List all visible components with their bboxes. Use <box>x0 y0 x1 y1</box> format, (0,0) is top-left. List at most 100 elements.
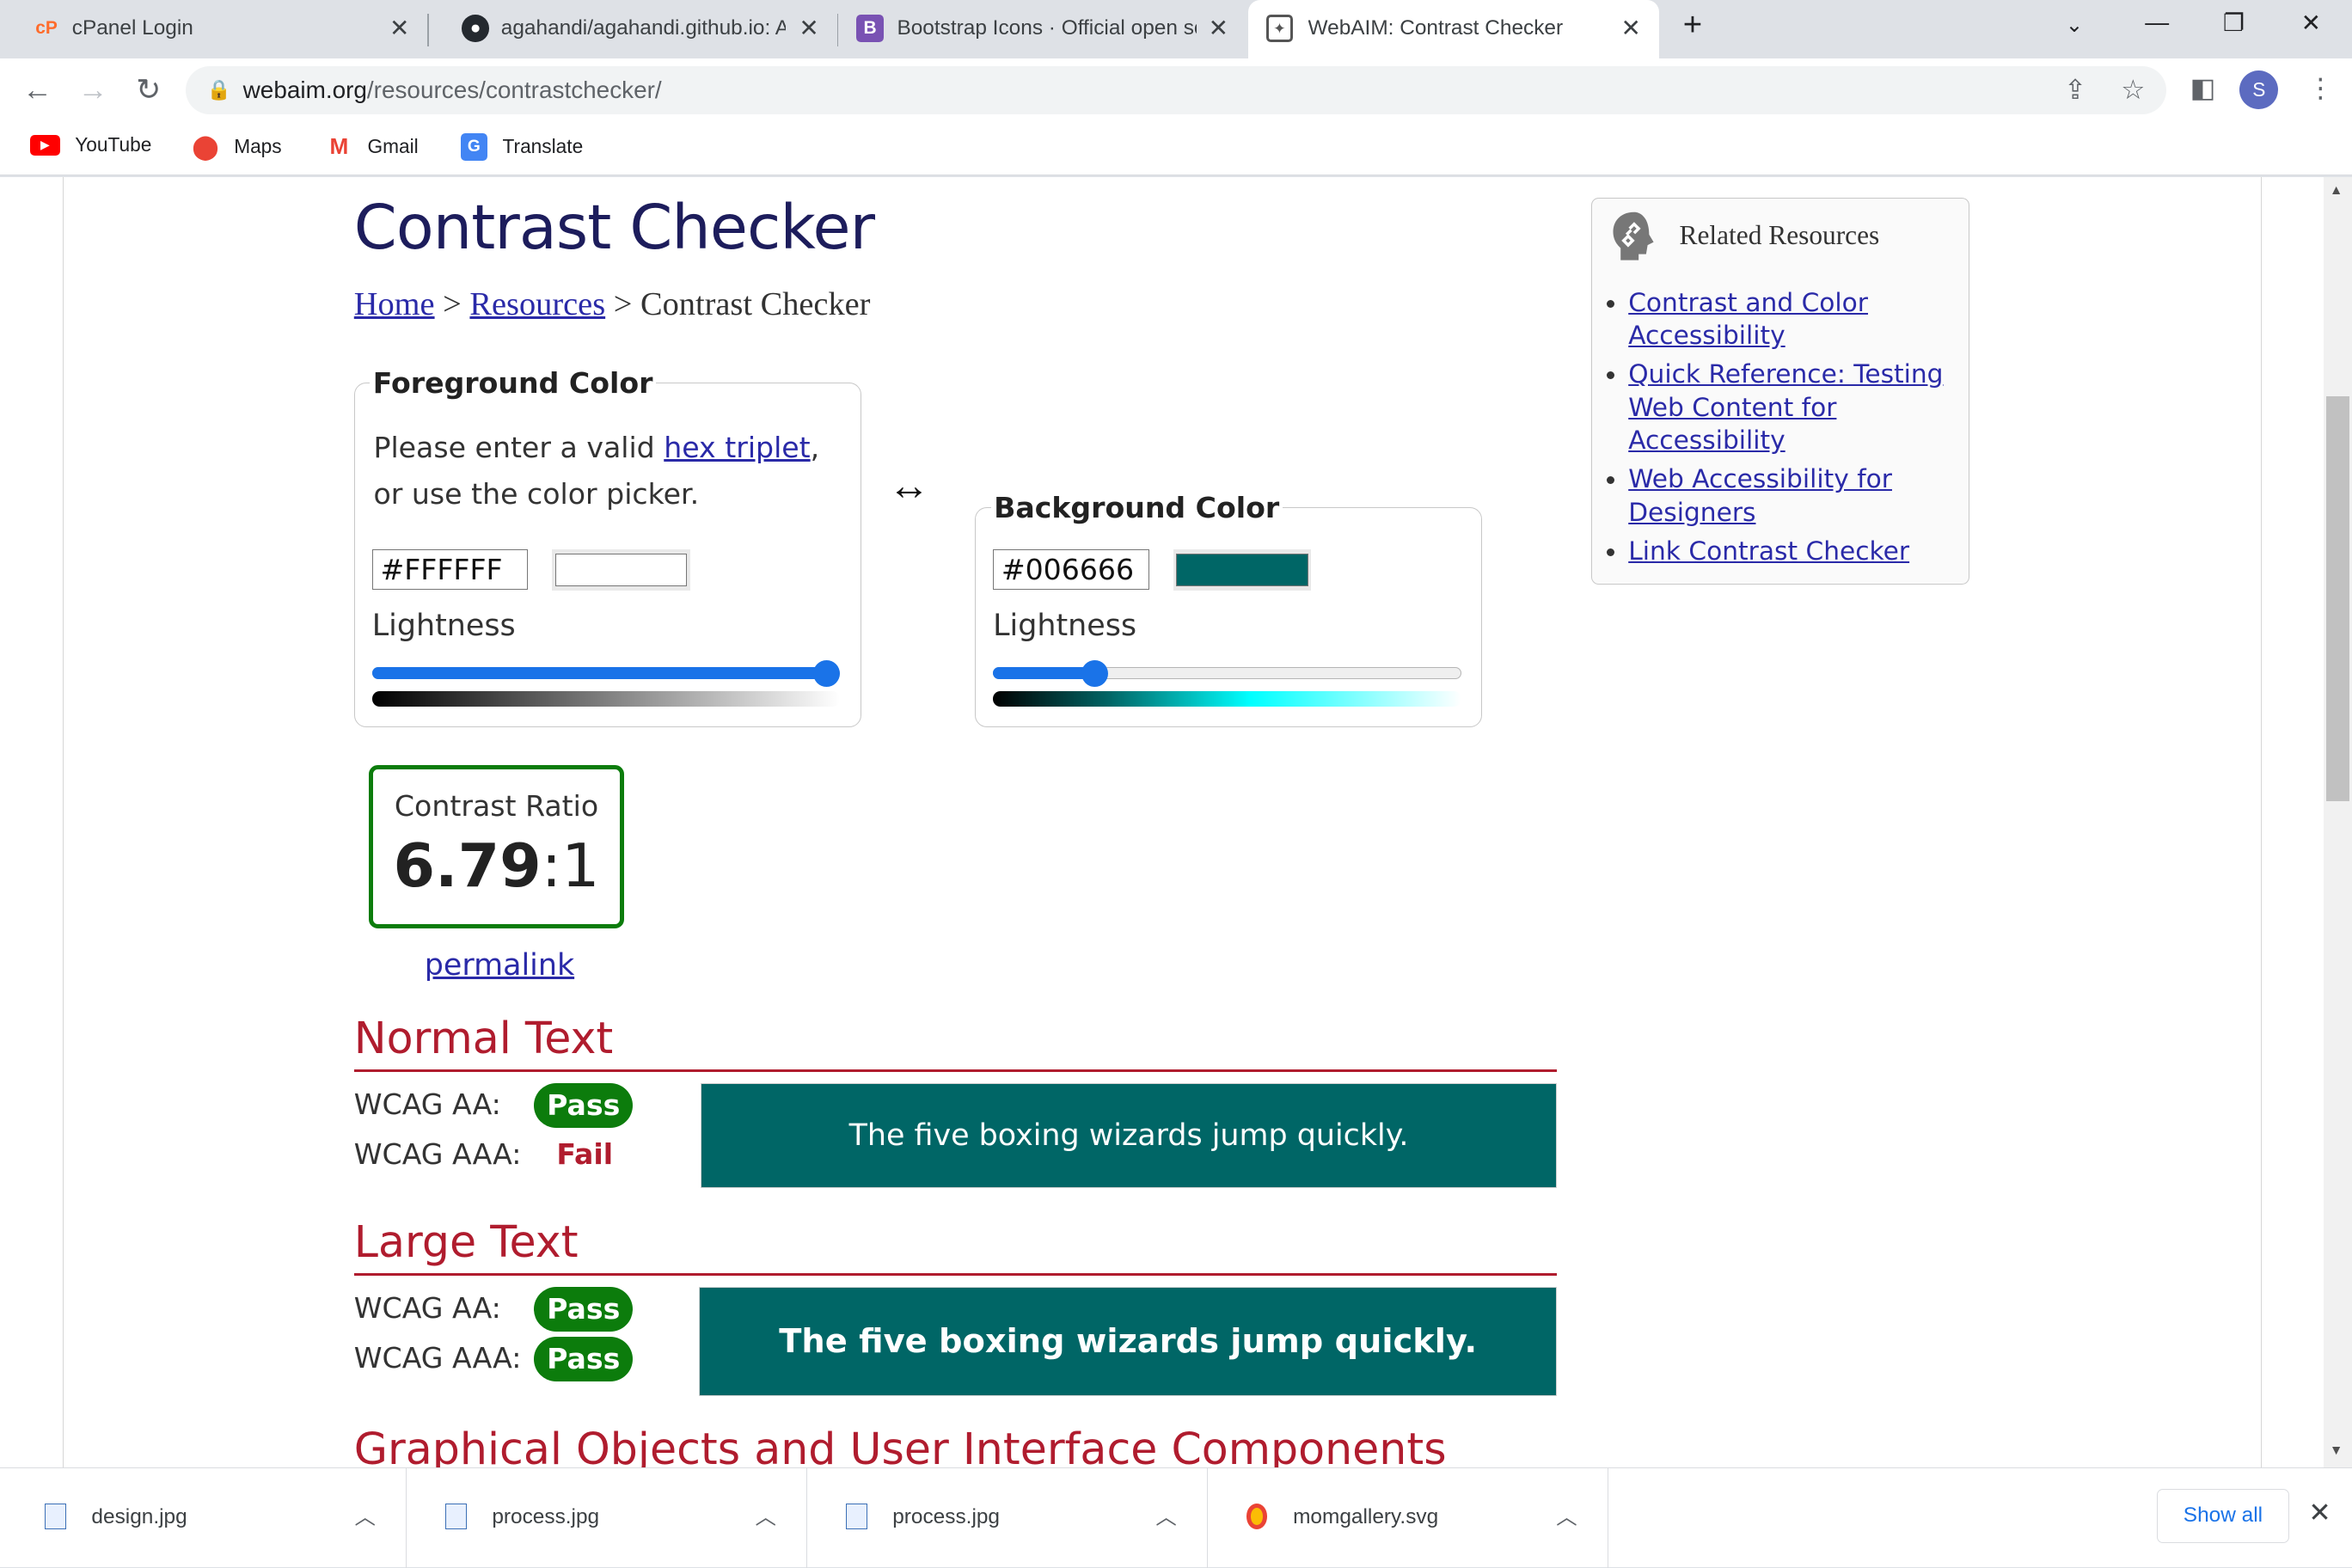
chevron-up-icon[interactable]: ︿ <box>1155 1501 1176 1531</box>
related-link-link-contrast[interactable]: Link Contrast Checker <box>1628 536 1909 566</box>
tab-search-icon[interactable]: ⌄ <box>2066 12 2083 38</box>
breadcrumb-current: Contrast Checker <box>640 285 871 322</box>
related-link-quick-reference[interactable]: Quick Reference: Testing Web Content for… <box>1628 358 1943 455</box>
breadcrumb: Home > Resources > Contrast Checker <box>353 285 871 322</box>
bookmark-maps[interactable]: ⬤ Maps <box>192 133 281 160</box>
tab-strip: cP cPanel Login ✕ ● agahandi/agahandi.gi… <box>0 0 2352 59</box>
scroll-down-icon[interactable]: ▼ <box>2330 1443 2343 1459</box>
bookmark-youtube[interactable]: ▶ YouTube <box>29 133 151 156</box>
swap-colors-icon[interactable]: ↔ <box>888 462 930 510</box>
foreground-lightness-fill <box>371 667 827 680</box>
background-legend: Background Color <box>994 490 1280 524</box>
contrast-ratio-label: Contrast Ratio <box>394 788 599 823</box>
close-window-icon[interactable]: ✕ <box>2301 9 2321 37</box>
avatar[interactable]: S <box>2239 70 2279 110</box>
list-item: Contrast and Color Accessibility <box>1628 286 1958 352</box>
tab-cpanel-login[interactable]: cP cPanel Login ✕ <box>0 0 427 58</box>
foreground-legend: Foreground Color <box>372 365 653 400</box>
background-lightness-label: Lightness <box>993 609 1137 644</box>
large-text-heading: Large Text <box>353 1216 1558 1277</box>
image-file-icon <box>45 1504 66 1530</box>
related-resources-list: Contrast and Color Accessibility Quick R… <box>1628 286 1958 574</box>
url-text: webaim.org/resources/contrastchecker/ <box>242 76 662 103</box>
link-head-icon <box>1613 212 1654 260</box>
new-tab-button[interactable]: + <box>1683 6 1702 44</box>
download-item[interactable]: momgallery.svg ︿ <box>1208 1467 1608 1568</box>
background-lightness-fill <box>993 667 1095 680</box>
foreground-lightness-label: Lightness <box>371 609 516 644</box>
download-item[interactable]: process.jpg ︿ <box>807 1467 1208 1568</box>
github-icon: ● <box>462 15 489 42</box>
foreground-color-picker[interactable] <box>554 553 688 587</box>
related-link-contrast-color[interactable]: Contrast and Color Accessibility <box>1628 287 1868 350</box>
lock-icon[interactable]: 🔒 <box>207 78 231 101</box>
graphical-objects-heading: Graphical Objects and User Interface Com… <box>353 1423 1447 1467</box>
tab-webaim-contrast-checker[interactable]: ✦ WebAIM: Contrast Checker ✕ <box>1247 0 1659 59</box>
background-color-picker[interactable] <box>1176 553 1308 587</box>
chevron-up-icon[interactable]: ︿ <box>355 1501 376 1531</box>
chrome-icon <box>1246 1504 1268 1530</box>
scroll-up-icon[interactable]: ▲ <box>2330 183 2343 199</box>
cpanel-icon: cP <box>35 18 58 39</box>
close-download-bar-icon[interactable]: ✕ <box>2308 1498 2331 1528</box>
bootstrap-icon: B <box>856 15 884 42</box>
breadcrumb-home-link[interactable]: Home <box>354 286 435 322</box>
chevron-up-icon[interactable]: ︿ <box>1556 1501 1577 1531</box>
related-resources-panel: Related Resources Contrast and Color Acc… <box>1591 198 1970 585</box>
chevron-up-icon[interactable]: ︿ <box>755 1501 775 1531</box>
image-file-icon <box>846 1504 867 1530</box>
page-title: Contrast Checker <box>353 192 875 264</box>
background-gradient-bar <box>993 691 1461 707</box>
list-item: Quick Reference: Testing Web Content for… <box>1628 358 1958 456</box>
side-panel-icon[interactable]: ◧ <box>2190 73 2216 104</box>
contrast-ratio-value: 6.79:1 <box>393 831 600 902</box>
menu-icon[interactable]: ⋮ <box>2307 73 2334 104</box>
foreground-instructions: Please enter a valid hex triplet, or use… <box>373 430 820 511</box>
permalink-link[interactable]: permalink <box>425 948 574 983</box>
large-text-sample: The five boxing wizards jump quickly. <box>699 1287 1558 1397</box>
close-icon[interactable]: ✕ <box>1209 14 1228 42</box>
normal-text-sample: The five boxing wizards jump quickly. <box>700 1082 1558 1188</box>
webaim-icon: ✦ <box>1265 15 1294 42</box>
browser-toolbar: ← → ↻ 🔒 webaim.org/resources/contrastche… <box>0 58 2352 122</box>
breadcrumb-resources-link[interactable]: Resources <box>469 286 605 322</box>
related-link-designers[interactable]: Web Accessibility for Designers <box>1628 463 1892 526</box>
minimize-icon[interactable]: — <box>2145 9 2169 36</box>
address-bar[interactable]: 🔒 webaim.org/resources/contrastchecker/ … <box>186 65 2166 114</box>
list-item: Link Contrast Checker <box>1628 535 1958 567</box>
foreground-hex-input[interactable] <box>371 548 529 590</box>
normal-aaa-fail-badge: Fail <box>556 1136 614 1171</box>
tab-bootstrap-icons[interactable]: B Bootstrap Icons · Official open so ✕ <box>838 0 1246 58</box>
close-icon[interactable]: ✕ <box>389 14 409 42</box>
bookmarks-bar: ▶ YouTube ⬤ Maps M Gmail G Translate <box>0 121 2352 176</box>
page-scrollbar[interactable]: ▲ ▼ <box>2323 176 2352 1467</box>
scrollbar-thumb[interactable] <box>2326 395 2349 801</box>
contrast-ratio-box: Contrast Ratio 6.79:1 <box>369 764 624 929</box>
related-resources-heading: Related Resources <box>1679 219 1880 250</box>
download-item[interactable]: process.jpg ︿ <box>407 1467 807 1568</box>
close-icon[interactable]: ✕ <box>1621 14 1641 42</box>
large-aaa-label: WCAG AAA: <box>353 1340 522 1375</box>
close-icon[interactable]: ✕ <box>799 14 818 42</box>
download-item[interactable]: design.jpg ︿ <box>6 1467 407 1568</box>
download-bar: design.jpg ︿ process.jpg ︿ process.jpg ︿… <box>0 1467 2352 1568</box>
bookmark-gmail[interactable]: M Gmail <box>326 133 418 160</box>
share-icon[interactable]: ⇪ <box>2064 75 2086 106</box>
foreground-lightness-slider[interactable] <box>812 659 841 688</box>
background-hex-input[interactable] <box>993 548 1149 590</box>
bookmark-star-icon[interactable]: ☆ <box>2121 75 2145 106</box>
normal-aa-pass-badge: Pass <box>534 1082 634 1129</box>
normal-text-heading: Normal Text <box>353 1013 1558 1072</box>
restore-icon[interactable]: ❐ <box>2223 9 2245 37</box>
bookmark-translate[interactable]: G Translate <box>460 133 583 161</box>
forward-icon[interactable]: → <box>74 70 113 109</box>
show-all-button[interactable]: Show all <box>2157 1488 2289 1543</box>
large-aaa-pass-badge: Pass <box>534 1336 634 1382</box>
reload-icon[interactable]: ↻ <box>129 70 168 109</box>
back-icon[interactable]: ← <box>18 70 57 109</box>
tab-github[interactable]: ● agahandi/agahandi.github.io: A p ✕ <box>429 0 837 58</box>
maps-pin-icon: ⬤ <box>192 133 219 161</box>
translate-icon: G <box>460 133 488 161</box>
list-item: Web Accessibility for Designers <box>1628 462 1958 529</box>
hex-triplet-link[interactable]: hex triplet <box>664 431 810 464</box>
